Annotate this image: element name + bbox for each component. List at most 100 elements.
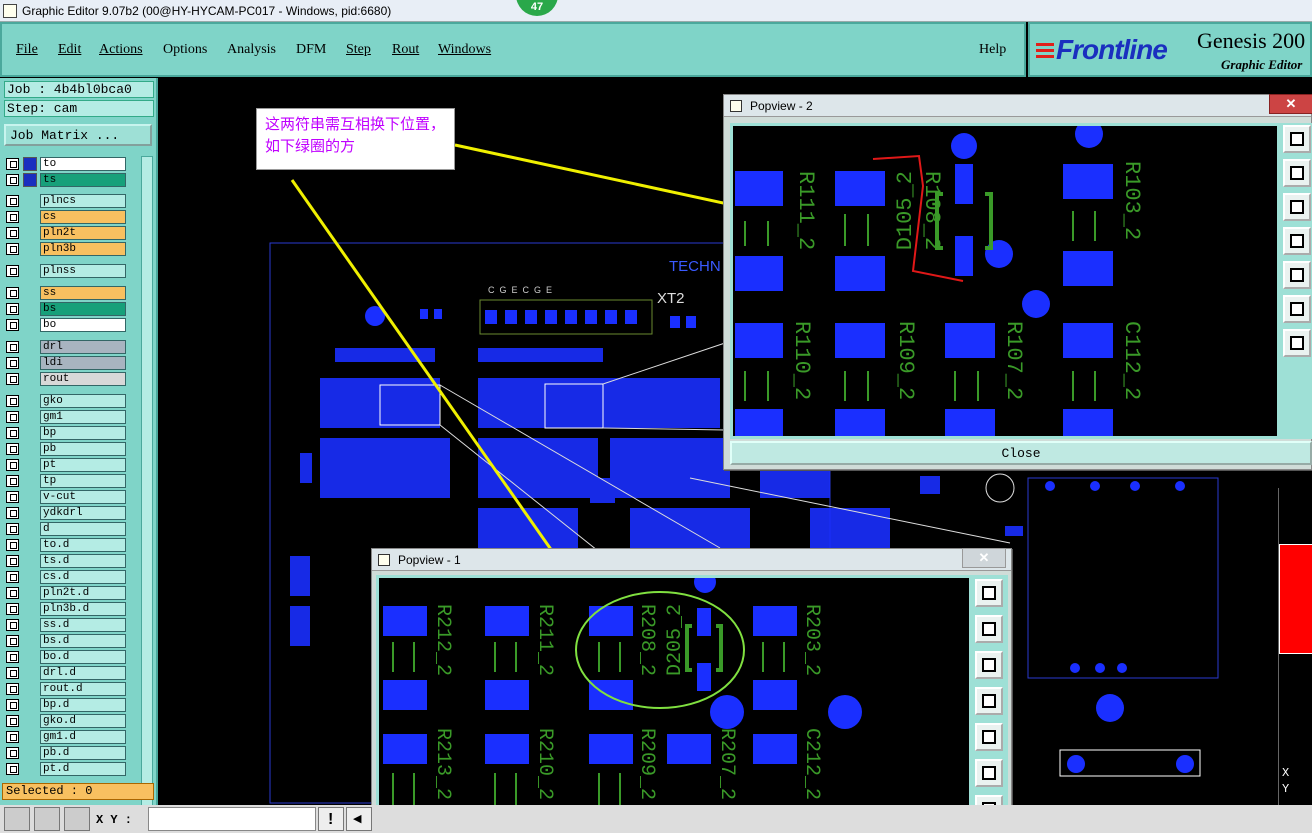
layer-row[interactable]: rout.d (4, 681, 140, 697)
layer-color-swatch[interactable] (23, 157, 37, 171)
layer-row[interactable]: bo.d (4, 649, 140, 665)
layer-row[interactable]: bp.d (4, 697, 140, 713)
layer-name[interactable]: rout (40, 372, 126, 386)
layer-name[interactable]: pln2t (40, 226, 126, 240)
layer-row[interactable]: tp (4, 473, 140, 489)
layer-checkbox[interactable] (6, 195, 19, 207)
zoom-fit-icon[interactable] (975, 579, 1003, 607)
layer-checkbox[interactable] (6, 491, 19, 503)
layer-name[interactable]: ss.d (40, 618, 126, 632)
layer-row[interactable]: to (4, 156, 140, 172)
layer-checkbox[interactable] (6, 523, 19, 535)
layer-name[interactable]: pb (40, 442, 126, 456)
layer-name[interactable]: gko.d (40, 714, 126, 728)
layer-checkbox[interactable] (6, 341, 19, 353)
pan-up-icon[interactable] (1283, 159, 1311, 187)
layer-row[interactable]: ydkdrl (4, 505, 140, 521)
layer-name[interactable]: pt.d (40, 762, 126, 776)
layer-row[interactable]: drl (4, 339, 140, 355)
layer-checkbox[interactable] (6, 443, 19, 455)
layer-name[interactable]: rout.d (40, 682, 126, 696)
layer-checkbox[interactable] (6, 603, 19, 615)
layer-checkbox[interactable] (6, 555, 19, 567)
layer-row[interactable]: ts.d (4, 553, 140, 569)
layer-name[interactable]: pln2t.d (40, 586, 126, 600)
layer-checkbox[interactable] (6, 683, 19, 695)
pan-right-icon[interactable] (1283, 261, 1311, 289)
layer-checkbox[interactable] (6, 667, 19, 679)
layer-row[interactable]: pb (4, 441, 140, 457)
popview-1-titlebar[interactable]: Popview - 1 ✕ (372, 548, 1011, 571)
layer-checkbox[interactable] (6, 395, 19, 407)
layer-checkbox[interactable] (6, 373, 19, 385)
layer-row[interactable]: plnss (4, 263, 140, 279)
layer-name[interactable]: bs (40, 302, 126, 316)
layer-row[interactable]: ss (4, 285, 140, 301)
layer-name[interactable]: ydkdrl (40, 506, 126, 520)
layer-color-swatch[interactable] (23, 173, 37, 187)
layer-name[interactable]: to.d (40, 538, 126, 552)
layer-row[interactable]: d (4, 521, 140, 537)
popview-2-titlebar[interactable]: Popview - 2 ✕ (724, 94, 1312, 117)
layer-checkbox[interactable] (6, 265, 19, 277)
layer-checkbox[interactable] (6, 747, 19, 759)
layer-checkbox[interactable] (6, 287, 19, 299)
layer-checkbox[interactable] (6, 715, 19, 727)
layer-row[interactable]: to.d (4, 537, 140, 553)
popview-2-close-button[interactable]: Close (730, 441, 1312, 465)
layer-name[interactable]: cs.d (40, 570, 126, 584)
menu-help[interactable]: Help (979, 42, 1006, 58)
menu-analysis[interactable]: Analysis (227, 42, 276, 58)
layer-name[interactable]: bs.d (40, 634, 126, 648)
layer-checkbox[interactable] (6, 731, 19, 743)
layer-checkbox[interactable] (6, 587, 19, 599)
layer-row[interactable]: ss.d (4, 617, 140, 633)
layer-name[interactable]: pb.d (40, 746, 126, 760)
layer-name[interactable]: cs (40, 210, 126, 224)
menu-windows[interactable]: Windows (438, 42, 491, 58)
layer-list-scrollbar[interactable] (141, 156, 153, 833)
warning-icon[interactable]: ! (318, 807, 344, 831)
layer-name[interactable]: plncs (40, 194, 126, 208)
layer-row[interactable]: drl.d (4, 665, 140, 681)
layer-row[interactable]: v-cut (4, 489, 140, 505)
layer-row[interactable]: ldi (4, 355, 140, 371)
pan-left-icon[interactable] (975, 687, 1003, 715)
layer-checkbox[interactable] (6, 211, 19, 223)
layer-checkbox[interactable] (6, 227, 19, 239)
layer-name[interactable]: bp.d (40, 698, 126, 712)
layer-row[interactable]: pln3b.d (4, 601, 140, 617)
layer-checkbox[interactable] (6, 619, 19, 631)
close-icon[interactable]: ✕ (962, 548, 1006, 568)
layer-checkbox[interactable] (6, 571, 19, 583)
layer-checkbox[interactable] (6, 459, 19, 471)
layer-name[interactable]: gm1 (40, 410, 126, 424)
layer-row[interactable]: gm1 (4, 409, 140, 425)
layer-row[interactable]: cs.d (4, 569, 140, 585)
xy-input[interactable] (148, 807, 316, 831)
popview-1-window[interactable]: Popview - 1 ✕ R212_2 R211_2 R208_2 D205_… (371, 548, 1012, 833)
zoom-fit-icon[interactable] (1283, 125, 1311, 153)
popview-2-window[interactable]: Popview - 2 ✕ R111_2 D105_2 R108_2 R103_ (723, 94, 1312, 470)
layer-row[interactable]: pln3b (4, 241, 140, 257)
grid-icon[interactable] (64, 807, 90, 831)
layer-row[interactable]: gko (4, 393, 140, 409)
layer-name[interactable]: bp (40, 426, 126, 440)
draw-line-icon[interactable] (4, 807, 30, 831)
layer-checkbox[interactable] (6, 651, 19, 663)
layer-name[interactable]: tp (40, 474, 126, 488)
layer-name[interactable]: ss (40, 286, 126, 300)
pan-down-icon[interactable] (1283, 193, 1311, 221)
layer-checkbox[interactable] (6, 427, 19, 439)
layer-row[interactable]: plncs (4, 193, 140, 209)
menu-dfm[interactable]: DFM (296, 42, 326, 58)
layer-name[interactable]: pln3b.d (40, 602, 126, 616)
layer-row[interactable]: pln2t.d (4, 585, 140, 601)
layer-checkbox[interactable] (6, 303, 19, 315)
menu-actions[interactable]: Actions (99, 42, 143, 58)
layer-name[interactable]: gko (40, 394, 126, 408)
menu-edit[interactable]: Edit (58, 42, 81, 58)
menu-options[interactable]: Options (163, 42, 207, 58)
layer-row[interactable]: gm1.d (4, 729, 140, 745)
layer-checkbox[interactable] (6, 699, 19, 711)
